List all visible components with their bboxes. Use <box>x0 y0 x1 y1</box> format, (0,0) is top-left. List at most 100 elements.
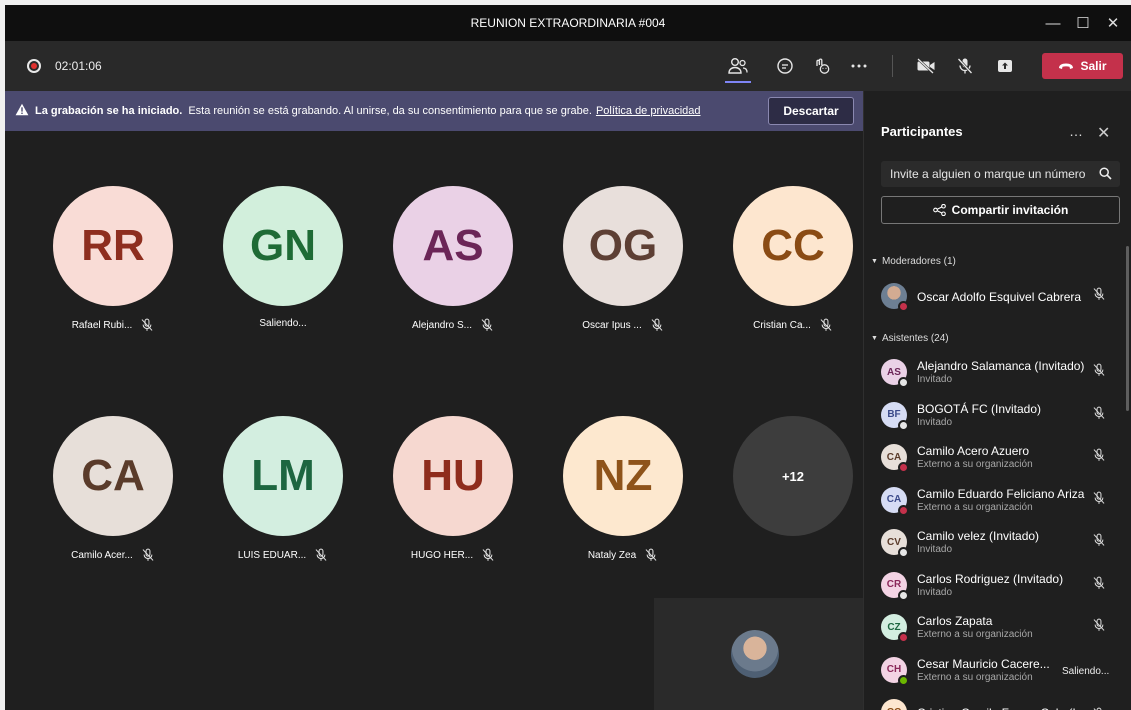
participant-row[interactable]: BF BOGOTÁ FC (Invitado) Invitado <box>881 396 1121 436</box>
participant-row[interactable]: AS Alejandro Salamanca (Invitado) Invitado <box>881 353 1121 393</box>
maximize-icon[interactable]: ☐ <box>1068 5 1098 41</box>
more-options-icon[interactable] <box>845 53 873 79</box>
participant-row[interactable]: CV Camilo velez (Invitado) Invitado <box>881 523 1121 563</box>
avatar-initials: CV <box>887 536 901 548</box>
participant-row-moderator[interactable]: Oscar Adolfo Esquivel Cabrera <box>881 277 1121 317</box>
participant-row[interactable]: CZ Carlos Zapata Externo a su organización <box>881 608 1121 648</box>
panel-close-icon[interactable]: ✕ <box>1097 123 1110 143</box>
presence-badge <box>898 301 909 312</box>
mic-off-icon[interactable] <box>951 53 979 79</box>
avatar-initials: BF <box>887 409 901 420</box>
participant-name: Carlos Rodriguez (Invitado) <box>917 571 1064 586</box>
avatar: CC <box>881 699 907 710</box>
avatar-initials: GN <box>250 221 316 270</box>
avatar: AS <box>393 186 513 306</box>
participant-row[interactable]: CC Cristian Camilo Forero Cala (I... <box>881 693 1121 710</box>
participant-role: Externo a su organización <box>917 459 1033 470</box>
share-screen-icon[interactable] <box>991 53 1019 79</box>
avatar-initials: CZ <box>887 621 901 633</box>
chat-icon[interactable] <box>771 53 799 79</box>
participant-name: Oscar Adolfo Esquivel Cabrera <box>917 290 1082 304</box>
avatar: LM <box>223 416 343 536</box>
avatar-initials: CA <box>81 451 145 500</box>
panel-more-icon[interactable]: … <box>1069 123 1083 139</box>
mic-off-icon <box>1092 491 1106 510</box>
participant-tile[interactable]: HU HUGO HER... <box>368 416 538 562</box>
participant-row[interactable]: CR Carlos Rodriguez (Invitado) Invitado <box>881 566 1121 606</box>
participant-tile[interactable]: RR Rafael Rubi... <box>28 186 198 332</box>
attendees-label: Asistentes (24) <box>881 333 949 344</box>
participant-tile[interactable]: GN Saliendo... <box>198 186 368 329</box>
self-avatar <box>731 630 779 678</box>
participant-tile[interactable]: LM LUIS EDUAR... <box>198 416 368 562</box>
participant-name: Camilo velez (Invitado) <box>917 529 1040 543</box>
participant-role: Externo a su organización <box>917 671 1033 683</box>
privacy-policy-link[interactable]: Política de privacidad <box>596 105 701 117</box>
reactions-icon[interactable] <box>808 53 836 79</box>
overflow-avatar: +12 <box>733 416 853 536</box>
participant-row[interactable]: CA Camilo Acero Azuero Externo a su organi… <box>881 438 1121 478</box>
share-invite-button[interactable]: Compartir invitación <box>881 196 1120 224</box>
close-window-icon[interactable]: ✕ <box>1098 5 1128 41</box>
search-icon <box>1099 167 1112 183</box>
tile-name-label: Alejandro S... <box>368 318 538 332</box>
mic-off-icon <box>480 318 494 332</box>
participant-tile[interactable]: CA Camilo Acer... <box>28 416 198 562</box>
participant-name: Camilo Acero Azuero <box>917 444 1030 458</box>
leave-button[interactable]: Salir <box>1042 53 1123 79</box>
avatar-initials: CA <box>886 494 902 505</box>
banner-heading: La grabación se ha iniciado. <box>35 105 183 117</box>
participant-tile[interactable]: AS Alejandro S... <box>368 186 538 332</box>
avatar: HU <box>393 416 513 536</box>
mic-off-icon <box>650 318 664 332</box>
avatar-initials: CC <box>887 707 901 710</box>
participant-tile[interactable]: NZ Nataly Zea <box>538 416 708 562</box>
avatar-initials: LM <box>251 451 315 500</box>
video-stage: RR Rafael Rubi... GN Saliendo... AS Alejandro… <box>5 131 863 710</box>
mic-off-icon <box>1092 618 1106 637</box>
panel-scrollbar[interactable] <box>1126 246 1129 411</box>
invite-search-input[interactable]: Invite a alguien o marque un número <box>881 161 1120 187</box>
avatar-initials: CA <box>886 451 902 463</box>
mic-off-icon <box>1092 406 1106 425</box>
title-bar: REUNION EXTRAORDINARIA #004 — ☐ ✕ <box>5 5 1131 41</box>
overflow-count: +12 <box>781 468 805 484</box>
toolbar-separator <box>892 55 893 77</box>
tile-name-label: HUGO HER... <box>368 548 538 562</box>
warning-icon <box>15 103 29 119</box>
participant-name: Camilo Eduardo Feliciano Ariza <box>917 486 1085 501</box>
overflow-participants-tile[interactable]: +12 <box>708 416 878 536</box>
tile-name-label: Nataly Zea <box>538 548 708 562</box>
participant-role: Invitado <box>917 416 953 428</box>
presence-badge <box>898 674 909 686</box>
participant-name: Nataly Zea <box>587 549 637 561</box>
participant-tile[interactable]: OG Oscar Ipus ... <box>538 186 708 332</box>
mic-off-icon <box>1092 287 1106 306</box>
participants-panel: Participantes … ✕ Invite a alguien o mar… <box>863 91 1131 710</box>
tile-name-label: Camilo Acer... <box>28 548 198 562</box>
mic-off-icon <box>1092 576 1106 595</box>
camera-off-icon[interactable] <box>912 53 940 79</box>
avatar-initials: NZ <box>593 451 653 500</box>
participant-name: BOGOTÁ FC (Invitado) <box>917 401 1042 416</box>
participant-row[interactable]: CA Camilo Eduardo Feliciano Ariza Externo … <box>881 481 1121 521</box>
participants-icon[interactable] <box>724 53 752 79</box>
minimize-icon[interactable]: — <box>1038 5 1068 41</box>
chevron-down-icon: ▼ <box>871 335 878 342</box>
attendees-section-toggle[interactable]: ▼ Asistentes (24) <box>871 333 949 344</box>
avatar-initials: OG <box>588 221 658 270</box>
presence-badge <box>898 462 909 473</box>
self-view <box>654 598 863 710</box>
participant-tile[interactable]: CC Cristian Ca... <box>708 186 878 332</box>
dismiss-button[interactable]: Descartar <box>768 97 854 125</box>
avatar: CA <box>53 416 173 536</box>
presence-badge <box>898 589 909 601</box>
participant-row[interactable]: CH Cesar Mauricio Cacere... Externo a su o… <box>881 651 1121 691</box>
presence-badge <box>898 377 909 388</box>
moderators-section-toggle[interactable]: ▼ Moderadores (1) <box>871 256 956 267</box>
avatar: CC <box>733 186 853 306</box>
mic-off-icon <box>1092 533 1106 552</box>
leave-label: Salir <box>1080 59 1107 73</box>
participant-name: Carlos Zapata <box>917 614 993 628</box>
presence-badge <box>898 419 909 431</box>
